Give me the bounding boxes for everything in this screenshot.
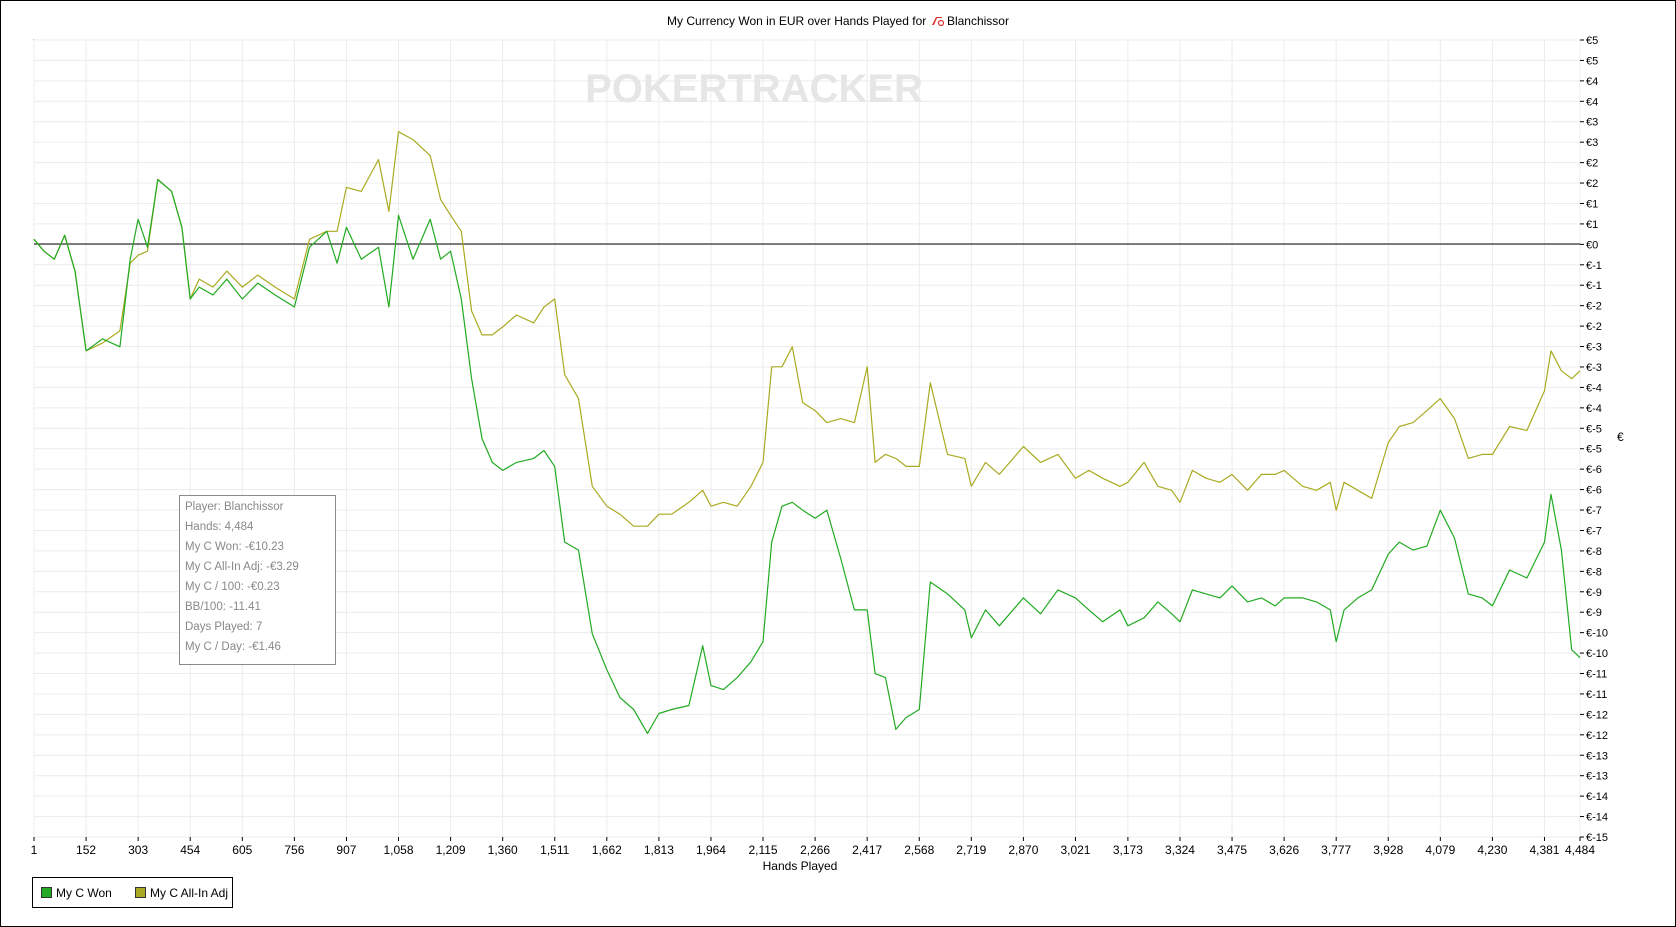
x-tick-label: 4,381: [1529, 843, 1559, 857]
stats-days-played: Days Played: 7: [185, 621, 263, 633]
y-tick-label: €-4: [1586, 403, 1602, 415]
x-tick-label: 2,719: [956, 843, 986, 857]
y-tick-label: €-14: [1586, 791, 1608, 803]
x-tick-label: 2,266: [800, 843, 830, 857]
y-tick-label: €3: [1586, 137, 1598, 149]
y-tick-label: €-10: [1586, 628, 1608, 640]
x-tick-label: 1,209: [436, 843, 466, 857]
x-tick-label: 1,058: [383, 843, 413, 857]
y-tick-label: €-9: [1586, 587, 1602, 599]
plot-area: [33, 39, 1581, 838]
y-tick-label: €-14: [1586, 812, 1608, 824]
y-axis-label: €: [1617, 430, 1624, 444]
x-tick-label: 1,964: [696, 843, 726, 857]
y-tick-label: €3: [1586, 117, 1598, 129]
y-tick-label: €-8: [1586, 546, 1602, 558]
y-tick-label: €-8: [1586, 566, 1602, 578]
x-tick-label: 4,484: [1565, 843, 1595, 857]
y-tick-label: €-6: [1586, 485, 1602, 497]
chart-legend: My C Won My C All-In Adj: [32, 877, 233, 908]
watermark-text: POKERTRACKER: [585, 67, 923, 111]
legend-swatch-won: [41, 887, 52, 898]
x-tick-label: 3,777: [1321, 843, 1351, 857]
y-tick-label: €-6: [1586, 464, 1602, 476]
chart-svg: POKERTRACKER 1 152 303 454 605 756 907 1,058 1,2…: [31, 35, 1608, 857]
x-tick-label: 2,870: [1008, 843, 1038, 857]
x-tick-label: 3,173: [1113, 843, 1143, 857]
y-tick-label: €-3: [1586, 362, 1602, 374]
y-tick-label: €4: [1586, 96, 1598, 108]
y-tick-label: €-7: [1586, 505, 1602, 517]
x-tick-label: 3,928: [1373, 843, 1403, 857]
x-tick-label: 2,115: [748, 843, 777, 857]
y-tick-label: €-13: [1586, 750, 1608, 762]
x-tick-label: 3,475: [1217, 843, 1247, 857]
y-tick-label: €4: [1586, 76, 1598, 88]
x-tick-label: 1,662: [592, 843, 622, 857]
x-axis-ticks: 1 152 303 454 605 756 907 1,058 1,209 1,360 1,511 1…: [31, 837, 1595, 857]
x-tick-label: 1,813: [644, 843, 674, 857]
y-tick-label: €-5: [1586, 444, 1602, 456]
stats-box: Player: Blanchissor Hands: 4,484 My C Wo…: [179, 495, 336, 665]
y-tick-label: €-7: [1586, 525, 1602, 537]
y-tick-label: €-3: [1586, 342, 1602, 354]
y-tick-label: €-11: [1586, 689, 1607, 701]
legend-item-allin-adj[interactable]: My C All-In Adj: [135, 886, 228, 900]
y-tick-label: €1: [1586, 198, 1598, 210]
stats-hands: Hands: 4,484: [185, 521, 254, 533]
y-tick-label: €-1: [1586, 260, 1602, 272]
stats-won: My C Won: -€10.23: [185, 541, 284, 553]
x-tick-label: 3,626: [1269, 843, 1299, 857]
y-tick-label: €-2: [1586, 301, 1602, 313]
y-tick-label: €-10: [1586, 648, 1608, 660]
x-tick-label: 2,568: [904, 843, 934, 857]
legend-swatch-allin-adj: [135, 887, 146, 898]
legend-item-won[interactable]: My C Won: [41, 886, 112, 900]
y-tick-label: €-12: [1586, 709, 1608, 721]
y-tick-label: €5: [1586, 55, 1598, 67]
stats-bb-100: BB/100: -11.41: [185, 601, 261, 613]
x-tick-label: 303: [128, 843, 148, 857]
x-axis-label: Hands Played: [762, 859, 838, 873]
x-tick-label: 152: [76, 843, 96, 857]
x-tick-label: 454: [180, 843, 200, 857]
y-tick-label: €-4: [1586, 382, 1602, 394]
y-tick-label: €-5: [1586, 423, 1602, 435]
x-tick-label: 1,360: [488, 843, 518, 857]
stats-per-100: My C / 100: -€0.23: [185, 581, 280, 593]
y-tick-label: €-15: [1586, 832, 1608, 844]
stats-player: Player: Blanchissor: [185, 501, 284, 513]
y-tick-label: €-12: [1586, 730, 1608, 742]
stats-allin-adj: My C All-In Adj: -€3.29: [185, 561, 299, 573]
x-tick-label: 1,511: [540, 843, 569, 857]
x-tick-label: 605: [232, 843, 252, 857]
y-tick-label: €-1: [1586, 280, 1602, 292]
legend-label-won: My C Won: [56, 886, 112, 900]
y-tick-label: €1: [1586, 219, 1598, 231]
stats-per-day: My C / Day: -€1.46: [185, 641, 281, 653]
y-tick-label: €-11: [1586, 669, 1607, 681]
legend-label-allin-adj: My C All-In Adj: [150, 886, 229, 900]
x-tick-label: 4,230: [1477, 843, 1507, 857]
x-tick-label: 3,021: [1060, 843, 1090, 857]
y-tick-label: €2: [1586, 158, 1598, 170]
y-tick-label: €2: [1586, 178, 1598, 190]
y-tick-label: €0: [1586, 239, 1598, 251]
x-tick-label: 4,079: [1425, 843, 1455, 857]
x-tick-label: 2,417: [852, 843, 882, 857]
y-tick-label: €-9: [1586, 607, 1602, 619]
x-tick-label: 3,324: [1165, 843, 1195, 857]
y-axis-ticks: €5 €5 €4 €4 €3 €3 €2 €2 €1 €1 €0 €-1 €-1 €-2 €-2 €-3 €-3…: [1580, 35, 1608, 844]
x-tick-label: 1: [31, 843, 38, 857]
x-tick-label: 907: [336, 843, 356, 857]
y-tick-label: €-2: [1586, 321, 1602, 333]
y-tick-label: €5: [1586, 35, 1598, 47]
y-tick-label: €-13: [1586, 771, 1608, 783]
x-tick-label: 756: [284, 843, 304, 857]
